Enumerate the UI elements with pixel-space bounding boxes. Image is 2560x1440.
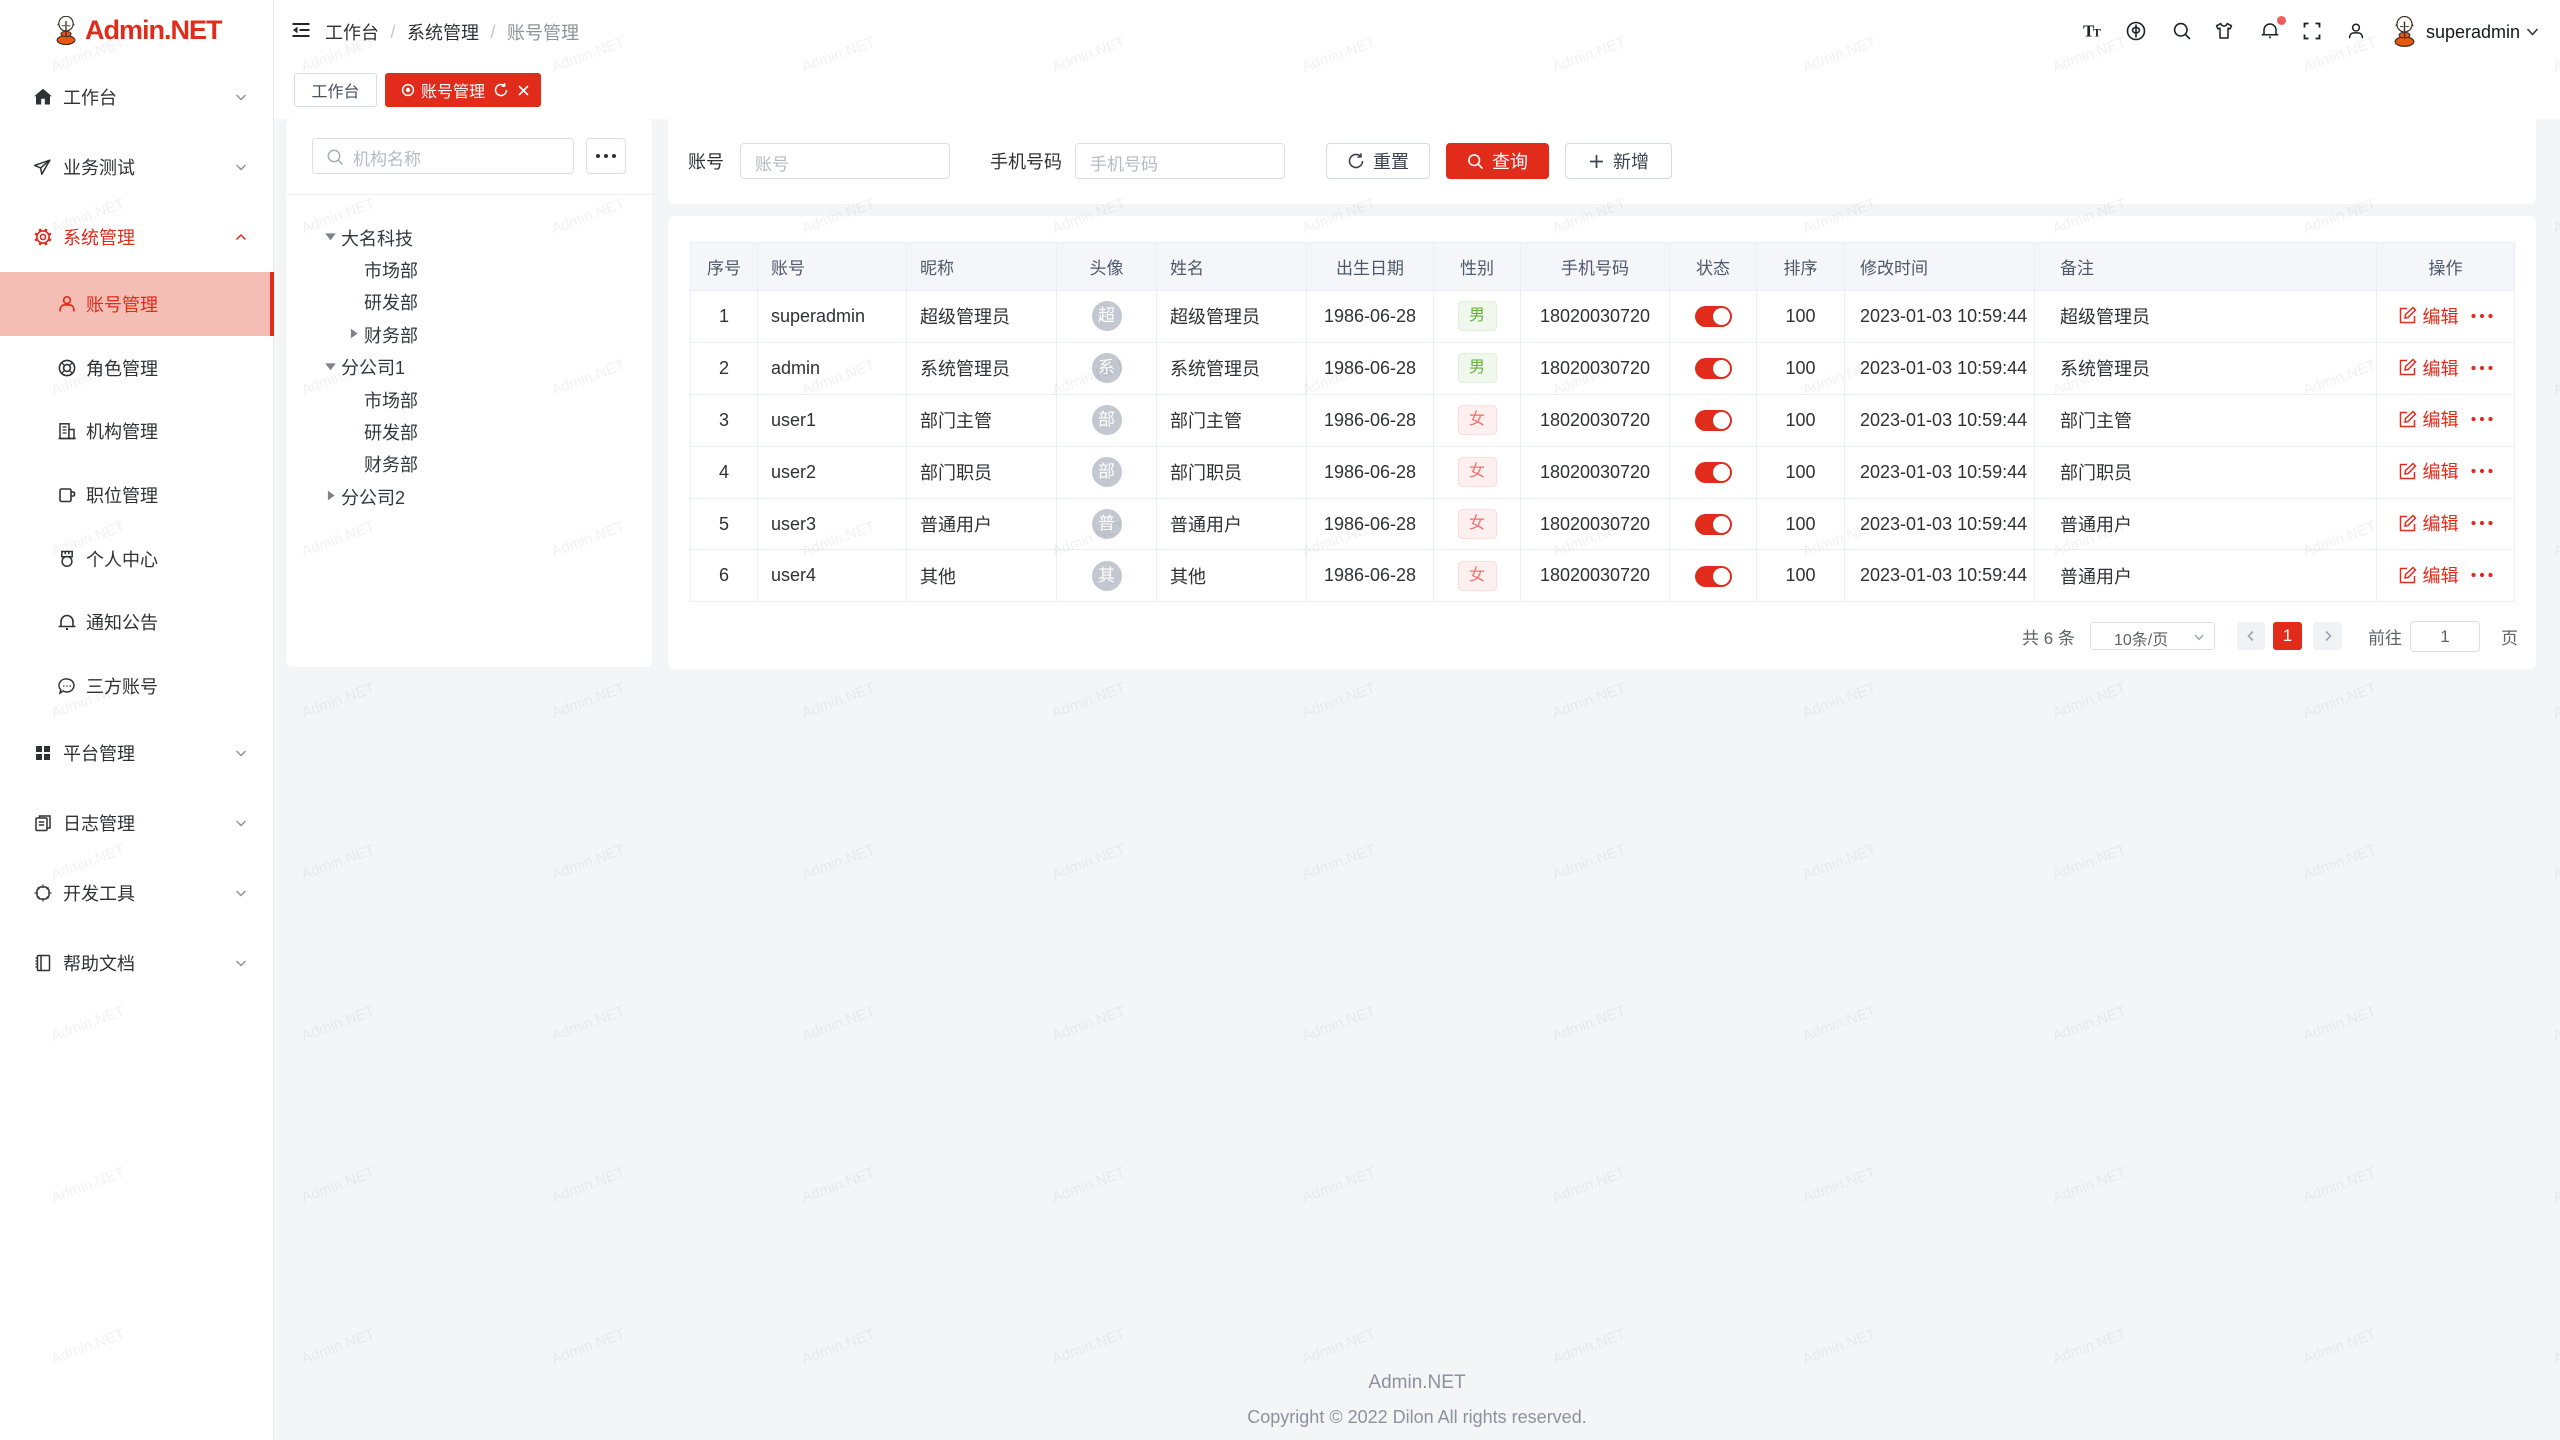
- svg-text:T: T: [2093, 26, 2101, 40]
